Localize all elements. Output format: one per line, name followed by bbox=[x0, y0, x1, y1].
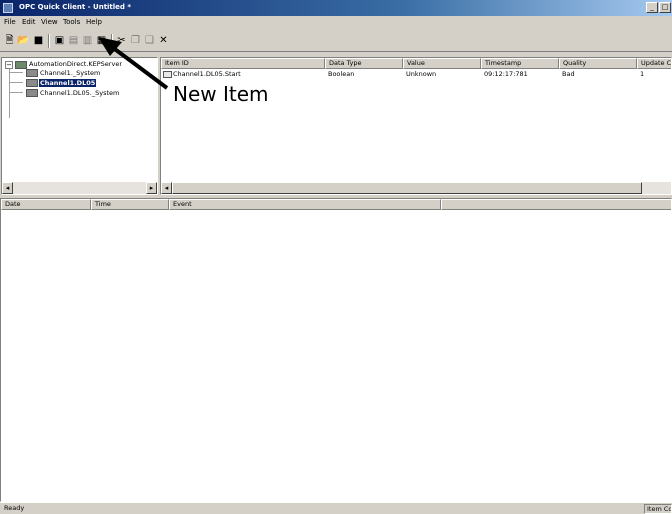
tree-root-label[interactable]: AutomationDirect.KEPServer bbox=[29, 60, 122, 68]
group-folder-icon bbox=[26, 79, 38, 87]
maximize-button[interactable]: □ bbox=[659, 2, 671, 13]
scroll-left-icon[interactable]: ◂ bbox=[161, 182, 172, 194]
tag-icon bbox=[163, 71, 172, 78]
tree-line bbox=[9, 92, 23, 93]
cell-value: Unknown bbox=[406, 70, 437, 78]
window-title: OPC Quick Client - Untitled * bbox=[19, 3, 132, 11]
scrollbar-thumb[interactable] bbox=[172, 182, 642, 194]
minimize-button[interactable]: _ bbox=[646, 2, 658, 13]
items-list-pane[interactable]: Item ID Data Type Value Timestamp Qualit… bbox=[160, 57, 672, 195]
column-header-update-count[interactable]: Update C bbox=[637, 58, 671, 69]
status-bar: Ready Item Count: bbox=[0, 502, 672, 514]
toolbar: 🗎 📂 ■ ▣ ▤ ▥ ▦ ✂ ❐ ❑ ✕ bbox=[0, 30, 672, 52]
column-header-quality[interactable]: Quality bbox=[559, 58, 637, 69]
server-icon bbox=[15, 61, 27, 69]
column-header-date[interactable]: Date bbox=[1, 199, 91, 210]
menu-bar: File Edit View Tools Help bbox=[0, 16, 672, 30]
cell-item-id: Channel1.DL05.Start bbox=[173, 70, 241, 78]
group-folder-icon bbox=[26, 69, 38, 77]
app-icon bbox=[3, 3, 13, 13]
status-text: Ready bbox=[4, 504, 25, 512]
column-header-data-type[interactable]: Data Type bbox=[325, 58, 403, 69]
delete-icon[interactable]: ✕ bbox=[157, 34, 170, 47]
menu-help[interactable]: Help bbox=[86, 18, 102, 26]
column-header-time[interactable]: Time bbox=[91, 199, 169, 210]
save-icon[interactable]: ■ bbox=[32, 34, 45, 47]
server-tree-pane[interactable]: − AutomationDirect.KEPServer Channel1._S… bbox=[1, 57, 158, 195]
cell-data-type: Boolean bbox=[328, 70, 355, 78]
new-server-connection-icon[interactable]: ▣ bbox=[53, 34, 66, 47]
tree-item-channel1-dl05[interactable]: Channel1.DL05 bbox=[39, 79, 97, 87]
cell-timestamp: 09:12:17:781 bbox=[484, 70, 528, 78]
column-header-value[interactable]: Value bbox=[403, 58, 481, 69]
new-item-icon[interactable]: ▥ bbox=[81, 34, 94, 47]
new-item-callout: New Item bbox=[173, 82, 269, 106]
new-file-icon[interactable]: 🗎 bbox=[3, 34, 16, 47]
column-header-timestamp[interactable]: Timestamp bbox=[481, 58, 559, 69]
column-header-item-id[interactable]: Item ID bbox=[161, 58, 325, 69]
menu-file[interactable]: File bbox=[4, 18, 16, 26]
tree-line bbox=[9, 72, 23, 73]
scroll-left-icon[interactable]: ◂ bbox=[2, 182, 13, 194]
cut-icon[interactable]: ✂ bbox=[115, 34, 128, 47]
cell-update-count: 1 bbox=[640, 70, 645, 78]
scroll-right-icon[interactable]: ▸ bbox=[146, 182, 157, 194]
open-folder-icon[interactable]: 📂 bbox=[17, 34, 30, 47]
title-bar[interactable]: OPC Quick Client - Untitled * _ □ bbox=[0, 0, 672, 16]
properties-icon[interactable]: ▦ bbox=[95, 34, 108, 47]
group-folder-icon bbox=[26, 89, 38, 97]
menu-tools[interactable]: Tools bbox=[63, 18, 80, 26]
copy-icon[interactable]: ❐ bbox=[129, 34, 142, 47]
collapse-toggle-icon[interactable]: − bbox=[5, 61, 13, 69]
item-count-label: Item Count: bbox=[644, 504, 672, 514]
toolbar-separator bbox=[111, 34, 113, 48]
column-header-event[interactable]: Event bbox=[169, 199, 441, 210]
tree-horizontal-scrollbar[interactable]: ◂ ▸ bbox=[2, 182, 157, 194]
column-header-filler bbox=[441, 199, 671, 210]
items-horizontal-scrollbar[interactable]: ◂ bbox=[161, 182, 671, 194]
tree-item-channel1-dl05-system[interactable]: Channel1.DL05._System bbox=[40, 89, 119, 97]
menu-edit[interactable]: Edit bbox=[22, 18, 36, 26]
tree-line bbox=[9, 82, 23, 83]
paste-icon[interactable]: ❑ bbox=[143, 34, 156, 47]
toolbar-separator bbox=[48, 34, 50, 48]
menu-view[interactable]: View bbox=[41, 18, 58, 26]
tree-item-channel1-system[interactable]: Channel1._System bbox=[40, 69, 100, 77]
event-log-pane[interactable]: Date Time Event bbox=[0, 198, 672, 502]
new-group-icon[interactable]: ▤ bbox=[67, 34, 80, 47]
cell-quality: Bad bbox=[562, 70, 575, 78]
application-window: OPC Quick Client - Untitled * _ □ File E… bbox=[0, 0, 672, 514]
table-row[interactable]: Channel1.DL05.Start Boolean Unknown 09:1… bbox=[161, 70, 671, 80]
